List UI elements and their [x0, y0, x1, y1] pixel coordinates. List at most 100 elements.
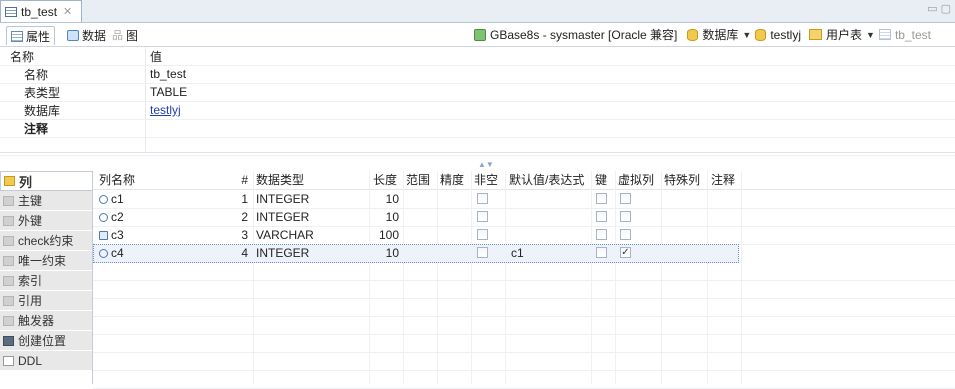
column-name-cell[interactable]: c1 [99, 190, 124, 208]
property-label: 注释 [24, 121, 49, 136]
table-row-empty [93, 298, 955, 317]
col-header[interactable]: 默认值/表达式 [509, 171, 584, 189]
key-checkbox[interactable] [596, 193, 607, 204]
virtual-column-checkbox-checked[interactable]: ✓ [620, 247, 631, 258]
sidenav-label: 触发器 [18, 314, 55, 328]
database-value[interactable]: testlyj [770, 28, 801, 42]
sidenav-item-ddl[interactable]: DDL [0, 351, 92, 371]
sidenav-item-primary-key[interactable]: 主键 [0, 191, 92, 211]
col-header[interactable]: 特殊列 [664, 171, 700, 189]
property-label: 名称 [24, 67, 49, 82]
panel-splitter[interactable] [0, 152, 955, 159]
col-header[interactable]: 键 [595, 171, 607, 189]
column-type[interactable]: INTEGER [256, 244, 309, 262]
column-default[interactable]: c1 [511, 244, 524, 262]
column-length[interactable]: 10 [369, 190, 399, 208]
table-row[interactable]: c2 2 INTEGER 10 [93, 208, 955, 227]
property-row[interactable]: 数据库 testlyj [0, 101, 955, 120]
column-name: c4 [111, 246, 124, 260]
sidenav-item-location[interactable]: 创建位置 [0, 331, 92, 351]
tab-properties[interactable]: 属性 [6, 26, 56, 45]
properties-icon [11, 30, 23, 42]
column-type[interactable]: INTEGER [256, 190, 309, 208]
property-row[interactable]: 名称 tb_test [0, 65, 955, 84]
property-value[interactable]: tb_test [150, 67, 186, 81]
not-null-checkbox[interactable] [477, 229, 488, 240]
table-row-empty [93, 316, 955, 335]
table-row-empty [93, 352, 955, 371]
tab-properties-label: 属性 [26, 29, 51, 44]
database-label[interactable]: 数据库 [702, 26, 738, 43]
col-header[interactable]: # [223, 171, 248, 189]
col-header[interactable]: 范围 [406, 171, 430, 189]
close-icon[interactable]: ✕ [63, 5, 72, 18]
column-name-cell[interactable]: c2 [99, 208, 124, 226]
tab-diagram[interactable]: 品 图 [112, 26, 138, 44]
col-header[interactable]: 长度 [373, 171, 397, 189]
column-name-cell[interactable]: c3 [99, 226, 124, 244]
sidenav-item-unique[interactable]: 唯一约束 [0, 251, 92, 271]
tab-data[interactable]: 数据 [67, 26, 106, 44]
col-header[interactable]: 注释 [711, 171, 735, 189]
property-row[interactable]: 注释 [0, 119, 955, 138]
column-type[interactable]: INTEGER [256, 208, 309, 226]
properties-header: 名称 值 [0, 47, 955, 66]
column-length[interactable]: 10 [369, 208, 399, 226]
property-label: 数据库 [24, 103, 61, 118]
not-null-checkbox[interactable] [477, 193, 488, 204]
sidenav-item-trigger[interactable]: 触发器 [0, 311, 92, 331]
sidenav-item-foreign-key[interactable]: 外键 [0, 211, 92, 231]
virtual-column-checkbox[interactable] [620, 193, 631, 204]
col-header[interactable]: 精度 [440, 171, 464, 189]
editor-tab-tb-test[interactable]: tb_test ✕ [0, 0, 82, 22]
editor-tab-title: tb_test [21, 4, 58, 19]
table-row[interactable]: c1 1 INTEGER 10 [93, 190, 955, 209]
schema-icon [755, 28, 767, 41]
server-icon [474, 28, 486, 41]
sidenav-item-columns[interactable]: 列 [0, 171, 92, 191]
prop-header-value: 值 [150, 49, 163, 64]
property-label: 表类型 [24, 85, 61, 100]
property-row[interactable]: 表类型 TABLE [0, 83, 955, 102]
sidenav-item-index[interactable]: 索引 [0, 271, 92, 291]
virtual-column-checkbox[interactable] [620, 229, 631, 240]
column-icon [4, 176, 15, 186]
sidenav-item-check[interactable]: check约束 [0, 231, 92, 251]
reference-icon [3, 295, 14, 306]
foreign-key-icon [3, 215, 14, 226]
sidenav-label: 创建位置 [18, 334, 67, 348]
unique-constraint-icon [3, 255, 14, 266]
key-checkbox[interactable] [596, 211, 607, 222]
table-row-selected[interactable]: c4 4 INTEGER 10 c1 ✓ [93, 244, 739, 263]
dropdown-caret-icon[interactable]: ▼ [866, 30, 875, 40]
user-tables-label[interactable]: 用户表 [826, 26, 862, 43]
column-number: 2 [241, 210, 248, 224]
column-type[interactable]: VARCHAR [256, 226, 314, 244]
column-name-cell[interactable]: c4 [99, 244, 124, 262]
column-length[interactable]: 10 [369, 244, 399, 262]
col-header[interactable]: 列名称 [99, 171, 135, 189]
window-controls-icon[interactable]: ▭ ▢ [927, 2, 951, 15]
dropdown-caret-icon[interactable]: ▼ [742, 30, 751, 40]
database-link[interactable]: testlyj [150, 103, 181, 117]
location-icon [3, 335, 14, 346]
sidenav-item-reference[interactable]: 引用 [0, 291, 92, 311]
col-header[interactable]: 数据类型 [256, 171, 304, 189]
key-checkbox[interactable] [596, 229, 607, 240]
col-header[interactable]: 非空 [474, 171, 498, 189]
sidenav-label: DDL [18, 353, 43, 368]
column-number: 3 [241, 228, 248, 242]
not-null-checkbox[interactable] [477, 211, 488, 222]
splitter-arrows-icon[interactable]: ▲▼ [478, 161, 494, 169]
virtual-column-checkbox[interactable] [620, 211, 631, 222]
not-null-checkbox[interactable] [477, 247, 488, 258]
key-checkbox[interactable] [596, 247, 607, 258]
sidenav-label: 主键 [18, 194, 43, 208]
ddl-icon [3, 355, 14, 366]
col-header[interactable]: 虚拟列 [618, 171, 654, 189]
table-crumb[interactable]: tb_test [895, 28, 931, 42]
table-row[interactable]: c3 3 VARCHAR 100 [93, 226, 955, 245]
server-label[interactable]: GBase8s - sysmaster [Oracle 兼容] [490, 26, 677, 43]
column-name: c3 [111, 228, 124, 242]
column-length[interactable]: 100 [369, 226, 399, 244]
